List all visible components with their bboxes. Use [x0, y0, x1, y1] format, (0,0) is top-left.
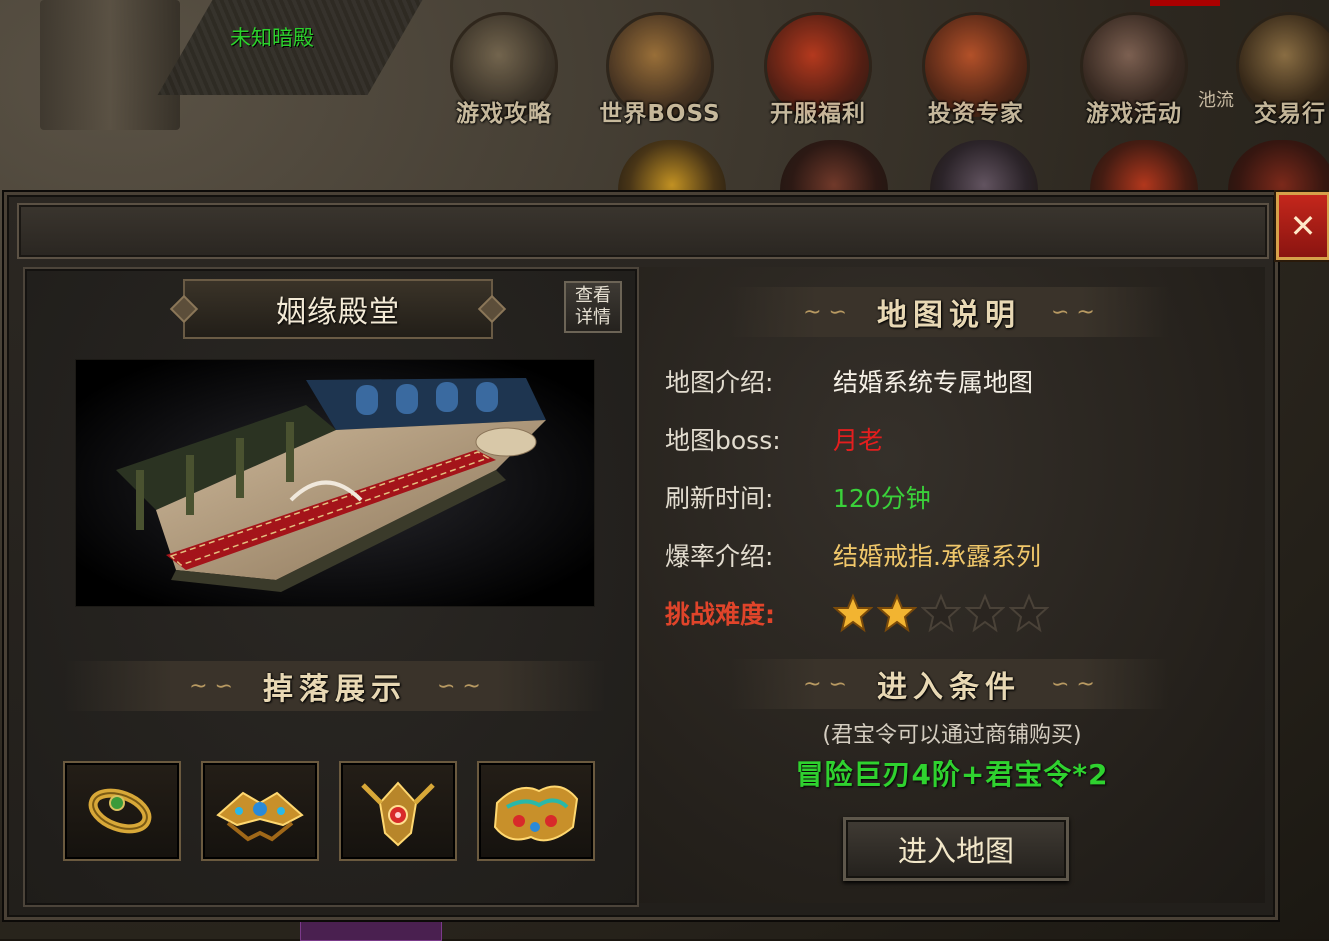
warrior-icon[interactable] — [780, 140, 888, 190]
stone-pillar — [40, 0, 180, 130]
menu-world-boss[interactable]: 世界BOSS — [596, 12, 724, 130]
menu-events-label: 游戏活动 — [1086, 101, 1182, 127]
swirl-ornament-icon: ∽ ~ — [437, 673, 481, 699]
filled-star-icon — [833, 593, 873, 633]
drop-item-slot[interactable] — [477, 761, 595, 861]
menu-trade[interactable]: 交易行 — [1226, 12, 1329, 130]
menu-trade-label: 交易行 — [1254, 101, 1326, 127]
view-details-button[interactable]: 查看详情 — [564, 281, 622, 333]
drop-showcase-header: ~ ∽ 掉落展示 ∽ ~ — [65, 661, 605, 711]
map-intro-value: 结婚系统专属地图 — [833, 368, 1034, 397]
menu-events[interactable]: 游戏活动 — [1070, 12, 1198, 130]
area-name: 未知暗殿 — [230, 27, 314, 50]
menu-world-boss-label: 世界BOSS — [599, 101, 721, 127]
map-name: 姻缘殿堂 — [276, 295, 400, 330]
bottom-bar — [300, 918, 442, 941]
drop-rate-value: 结婚戒指.承露系列 — [833, 542, 1041, 571]
swirl-ornament-icon: ~ ∽ — [803, 299, 847, 325]
difficulty-stars — [833, 593, 1049, 633]
entry-condition-header: ~ ∽ 进入条件 ∽ ~ — [729, 659, 1169, 709]
swirl-ornament-icon: ∽ ~ — [1051, 671, 1095, 697]
necklace-icon — [361, 781, 435, 847]
side-text: 池流 — [1198, 90, 1234, 111]
drop-item-slot[interactable] — [201, 761, 319, 861]
gold-ingot-icon[interactable] — [618, 140, 726, 190]
figure-icon[interactable] — [1228, 140, 1329, 190]
menu-investment-label: 投资专家 — [928, 101, 1024, 127]
ornament-diamond-icon — [477, 294, 507, 324]
map-intro-label: 地图介绍: — [665, 368, 774, 397]
drop-rate-label: 爆率介绍: — [665, 542, 774, 571]
armor-icon — [493, 785, 579, 842]
map-boss-label: 地图boss: — [665, 426, 781, 455]
swirl-ornament-icon: ~ ∽ — [189, 673, 233, 699]
map-preview-panel: 姻缘殿堂 查看详情 ~ ∽ 掉落展示 ∽ ~ — [23, 267, 639, 907]
enter-map-button[interactable]: 进入地图 — [843, 817, 1069, 881]
empty-star-icon — [921, 593, 961, 633]
red-accent — [1150, 0, 1220, 6]
map-boss-row: 地图boss: 月老 — [665, 419, 883, 459]
portrait-icon[interactable] — [930, 140, 1038, 190]
ornament-diamond-icon — [169, 294, 199, 324]
refresh-time-row: 刷新时间: 120分钟 — [665, 477, 931, 517]
map-description-panel: ~ ∽ 地图说明 ∽ ~ 地图介绍: 结婚系统专属地图 地图boss: 月老 刷… — [639, 267, 1265, 903]
menu-server-welfare[interactable]: 开服福利 — [754, 12, 882, 130]
map-description-header: ~ ∽ 地图说明 ∽ ~ — [729, 287, 1169, 337]
map-description-title: 地图说明 — [877, 298, 1021, 333]
entry-condition-title: 进入条件 — [877, 670, 1021, 705]
view-details-label: 查看详情 — [575, 285, 611, 328]
swirl-ornament-icon: ~ ∽ — [803, 671, 847, 697]
dialog-titlebar[interactable] — [17, 203, 1269, 259]
drop-rate-row: 爆率介绍: 结婚戒指.承露系列 — [665, 535, 1041, 575]
map-intro-row: 地图介绍: 结婚系统专属地图 — [665, 361, 1033, 401]
map-name-plate: 姻缘殿堂 — [169, 279, 507, 339]
refresh-time-value: 120分钟 — [833, 484, 931, 513]
map-preview-image — [75, 359, 595, 607]
menu-server-welfare-label: 开服福利 — [770, 101, 866, 127]
difficulty-label: 挑战难度: — [665, 600, 775, 629]
menu-guide-label: 游戏攻略 — [456, 101, 552, 127]
helmet-icon — [216, 791, 304, 842]
drop-showcase-title: 掉落展示 — [263, 672, 407, 707]
map-boss-value: 月老 — [833, 426, 884, 455]
close-icon: ✕ — [1289, 207, 1317, 245]
filled-star-icon — [877, 593, 917, 633]
drop-item-slot[interactable] — [339, 761, 457, 861]
close-button[interactable]: ✕ — [1276, 192, 1329, 260]
wedding-hall-map-icon — [76, 360, 594, 606]
menu-investment[interactable]: 投资专家 — [912, 12, 1040, 130]
empty-star-icon — [1009, 593, 1049, 633]
entry-hint: (君宝令可以通过商铺购买) — [822, 723, 1082, 748]
drop-item-slot[interactable] — [63, 761, 181, 861]
entry-condition: 冒险巨刃4阶+君宝令*2 — [795, 758, 1109, 791]
map-info-dialog: 姻缘殿堂 查看详情 ~ ∽ 掉落展示 ∽ ~ ~ ∽ 地图说明 ∽ ~ 地图介绍… — [4, 192, 1278, 920]
swirl-ornament-icon: ∽ ~ — [1051, 299, 1095, 325]
difficulty-row: 挑战难度: — [665, 593, 1049, 633]
ring-icon — [88, 788, 152, 834]
menu-guide[interactable]: 游戏攻略 — [440, 12, 568, 130]
refresh-time-label: 刷新时间: — [665, 484, 774, 513]
chest-icon[interactable] — [1090, 140, 1198, 190]
empty-star-icon — [965, 593, 1005, 633]
